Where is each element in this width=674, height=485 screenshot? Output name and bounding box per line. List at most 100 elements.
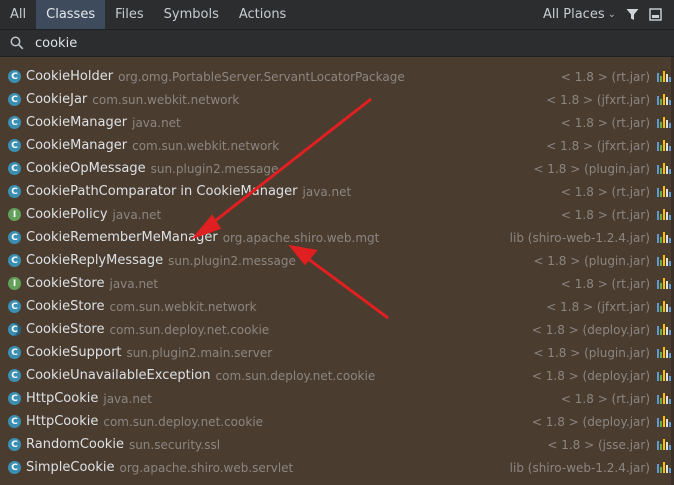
interface-icon: I xyxy=(8,277,21,290)
class-name: CookieHolder xyxy=(26,69,114,84)
class-name: CookieJar xyxy=(26,92,88,107)
class-name: CookieManager xyxy=(26,115,128,130)
library-location: < 1.8 > (plugin.jar) xyxy=(533,253,650,268)
package-name: sun.plugin2.main.server xyxy=(126,345,273,360)
class-icon: C xyxy=(8,300,21,313)
library-location: < 1.8 > (deploy.jar) xyxy=(531,368,650,383)
package-name: java.net xyxy=(132,115,181,130)
list-item[interactable]: C CookieStore com.sun.deploy.net.cookie < 1… xyxy=(0,318,674,341)
library-location: lib (shiro-web-1.2.4.jar) xyxy=(509,230,650,245)
package-name: org.omg.PortableServer.ServantLocatorPac… xyxy=(118,69,405,84)
class-name: CookieUnavailableException xyxy=(26,368,211,383)
list-item[interactable]: I CookieStore java.net < 1.8 > (rt.jar) xyxy=(0,272,674,295)
package-name: org.apache.shiro.web.mgt xyxy=(222,230,380,245)
scope-label: All Places xyxy=(543,7,605,22)
list-item[interactable]: C RandomCookie sun.security.ssl < 1.8 > (js… xyxy=(0,433,674,456)
list-item[interactable]: C CookieStore com.sun.webkit.network < 1.8 … xyxy=(0,295,674,318)
search-bar xyxy=(0,30,674,57)
open-in-window-icon[interactable] xyxy=(649,8,662,21)
list-item[interactable]: C CookieReplyMessage sun.plugin2.message < … xyxy=(0,249,674,272)
scope-dropdown[interactable]: All Places ⌄ xyxy=(543,7,616,22)
class-name: CookieOpMessage xyxy=(26,161,146,176)
class-icon: C xyxy=(8,185,21,198)
class-icon: C xyxy=(8,93,21,106)
list-item[interactable]: C HttpCookie java.net < 1.8 > (rt.jar) xyxy=(0,387,674,410)
package-name: sun.plugin2.message xyxy=(150,161,279,176)
library-icon xyxy=(657,209,671,220)
class-icon: C xyxy=(8,415,21,428)
library-icon xyxy=(657,278,671,289)
library-location: < 1.8 > (rt.jar) xyxy=(560,391,650,406)
package-name: java.net xyxy=(112,207,162,222)
class-icon: C xyxy=(8,461,21,474)
list-item[interactable]: I CookiePolicy java.net < 1.8 > (rt.jar) xyxy=(0,203,674,226)
library-icon xyxy=(657,301,671,312)
list-item[interactable]: C CookieUnavailableException com.sun.deplo… xyxy=(0,364,674,387)
library-icon xyxy=(657,186,671,197)
library-location: < 1.8 > (rt.jar) xyxy=(560,69,650,84)
package-name: com.sun.webkit.network xyxy=(92,92,240,107)
list-item[interactable]: C CookieHolder org.omg.PortableServer.Serv… xyxy=(0,65,674,88)
library-icon xyxy=(657,416,671,427)
package-name: sun.plugin2.message xyxy=(168,253,296,268)
library-icon xyxy=(657,370,671,381)
tab-actions[interactable]: Actions xyxy=(229,0,297,29)
search-icon xyxy=(10,36,24,50)
library-location: < 1.8 > (rt.jar) xyxy=(560,115,650,130)
library-location: < 1.8 > (jfxrt.jar) xyxy=(546,138,650,153)
tab-files[interactable]: Files xyxy=(105,0,154,29)
class-name: SimpleCookie xyxy=(26,460,115,475)
library-icon xyxy=(657,71,671,82)
package-name: org.apache.shiro.web.servlet xyxy=(119,460,294,475)
library-icon xyxy=(657,255,671,266)
interface-icon: I xyxy=(8,208,21,221)
package-name: com.sun.deploy.net.cookie xyxy=(109,322,270,337)
list-item[interactable]: C CookieManager com.sun.webkit.network < 1.… xyxy=(0,134,674,157)
class-icon: C xyxy=(8,369,21,382)
package-name: com.sun.deploy.net.cookie xyxy=(215,368,376,383)
library-icon xyxy=(657,462,671,473)
class-name: CookieManager xyxy=(26,138,128,153)
class-icon: C xyxy=(8,139,21,152)
library-location: < 1.8 > (rt.jar) xyxy=(560,207,650,222)
package-name: java.net xyxy=(302,184,352,199)
results-list: C CookieHolder org.omg.PortableServer.Serv… xyxy=(0,57,674,485)
library-location: < 1.8 > (rt.jar) xyxy=(560,276,650,291)
list-item[interactable]: C HttpCookie com.sun.deploy.net.cookie < 1.… xyxy=(0,410,674,433)
package-name: com.sun.webkit.network xyxy=(109,299,257,314)
list-item[interactable]: C CookieSupport sun.plugin2.main.server < 1… xyxy=(0,341,674,364)
package-name: java.net xyxy=(103,391,153,406)
package-name: com.sun.webkit.network xyxy=(132,138,280,153)
list-item[interactable]: C CookieManager java.net < 1.8 > (rt.jar) xyxy=(0,111,674,134)
class-icon: C xyxy=(8,231,21,244)
class-name: CookiePolicy xyxy=(26,207,108,222)
list-item[interactable]: C CookiePathComparator in CookieManager ja… xyxy=(0,180,674,203)
library-location: < 1.8 > (jfxrt.jar) xyxy=(546,92,650,107)
class-name: CookieStore xyxy=(26,322,105,337)
tab-classes[interactable]: Classes xyxy=(36,0,106,29)
library-icon xyxy=(657,163,671,174)
search-input[interactable] xyxy=(35,35,435,51)
list-item[interactable]: C CookieOpMessage sun.plugin2.message < 1.8… xyxy=(0,157,674,180)
class-name: HttpCookie xyxy=(26,391,99,406)
tab-all[interactable]: All xyxy=(0,0,36,29)
chevron-down-icon: ⌄ xyxy=(607,9,616,20)
top-bar: All Classes Files Symbols Actions All Pl… xyxy=(0,0,674,30)
tab-symbols[interactable]: Symbols xyxy=(154,0,229,29)
toolbar-right: All Places ⌄ xyxy=(543,0,674,29)
class-name: CookieStore xyxy=(26,299,105,314)
class-name: CookiePathComparator in CookieManager xyxy=(26,184,298,199)
class-name: RandomCookie xyxy=(26,437,124,452)
list-item[interactable]: C SimpleCookie org.apache.shiro.web.servle… xyxy=(0,456,674,479)
list-item[interactable]: C CookieRememberMeManager org.apache.shiro… xyxy=(0,226,674,249)
package-name: com.sun.deploy.net.cookie xyxy=(103,414,264,429)
list-item[interactable]: C CookieJar com.sun.webkit.network < 1.8 > … xyxy=(0,88,674,111)
package-name: sun.security.ssl xyxy=(128,437,221,452)
library-icon xyxy=(657,140,671,151)
library-icon xyxy=(657,324,671,335)
class-name: CookieReplyMessage xyxy=(26,253,164,268)
class-name: CookieStore xyxy=(26,276,105,291)
filter-icon[interactable] xyxy=(626,8,639,21)
library-location: < 1.8 > (jfxrt.jar) xyxy=(546,299,650,314)
class-icon: C xyxy=(8,162,21,175)
